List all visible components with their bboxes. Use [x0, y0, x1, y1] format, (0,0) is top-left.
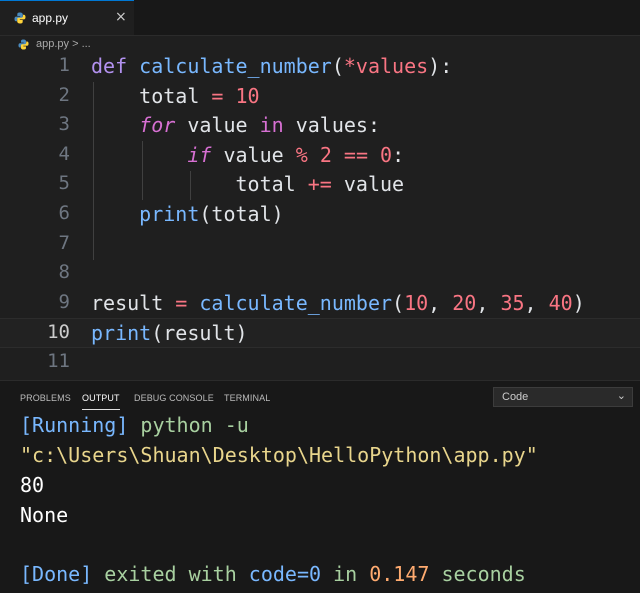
python-file-icon [18, 39, 29, 50]
code-line: 7 [0, 230, 640, 260]
tab-debug-console[interactable]: DEBUG CONSOLE [134, 393, 214, 403]
close-icon[interactable]: × [115, 9, 127, 25]
line-number: 2 [58, 83, 70, 106]
line-number: 5 [58, 172, 70, 195]
tab-terminal[interactable]: TERMINAL [224, 393, 270, 403]
code-line: 8 [0, 259, 640, 289]
code-text: print(total) [139, 202, 284, 226]
code-text: def calculate_number(*values): [91, 54, 453, 78]
output-line: "c:\Users\Shuan\Desktop\HelloPython\app.… [20, 443, 538, 467]
line-number: 4 [58, 142, 70, 165]
code-text: total += value [235, 172, 405, 197]
code-line: 11 [0, 348, 640, 378]
tab-output[interactable]: OUTPUT [82, 393, 120, 410]
code-text: result = calculate_number(10, 20, 35, 40… [91, 290, 585, 315]
output-line: 80 [20, 473, 45, 497]
output-line: [Done] exited with code=0 in 0.147 secon… [20, 562, 526, 586]
code-line: 3 for value in values: [0, 111, 640, 141]
line-number: 7 [58, 231, 70, 254]
code-text: for value in values: [139, 113, 381, 138]
output-line: [Running] python -u [20, 413, 249, 437]
line-number: 3 [58, 113, 70, 136]
breadcrumb-text[interactable]: app.py > ... [36, 38, 91, 50]
output-channel-select[interactable]: Code ⌄ [493, 387, 633, 407]
line-number: 6 [58, 202, 70, 224]
line-number: 9 [58, 290, 70, 313]
code-text: print(result) [91, 321, 248, 346]
line-number: 10 [47, 321, 70, 344]
tab-problems[interactable]: PROBLEMS [20, 393, 71, 403]
code-line: 9 result = calculate_number(10, 20, 35, … [0, 289, 640, 319]
tab-app-py[interactable]: app.py × [0, 0, 134, 35]
output-panel: PROBLEMS OUTPUT DEBUG CONSOLE TERMINAL C… [0, 380, 640, 593]
line-number: 11 [47, 350, 70, 372]
line-number: 8 [58, 261, 70, 284]
select-value: Code [502, 391, 529, 403]
code-line: 6 print(total) [0, 200, 640, 230]
line-number: 1 [58, 54, 70, 76]
code-text: total = 10 [139, 83, 260, 108]
code-line: 4 if value % 2 == 0: [0, 141, 640, 171]
tab-label: app.py [32, 11, 69, 25]
code-editor[interactable]: 1 def calculate_number(*values): 2 total… [0, 52, 640, 378]
code-line: 5 total += value [0, 170, 640, 200]
editor-tab-bar: app.py × [0, 0, 640, 36]
code-text: if value % 2 == 0: [187, 142, 405, 167]
python-file-icon [14, 12, 26, 24]
code-line: 1 def calculate_number(*values): [0, 52, 640, 82]
chevron-down-icon: ⌄ [616, 389, 626, 402]
code-line-current: 10 print(result) [0, 318, 640, 348]
output-line: None [20, 503, 69, 527]
code-line: 2 total = 10 [0, 82, 640, 112]
